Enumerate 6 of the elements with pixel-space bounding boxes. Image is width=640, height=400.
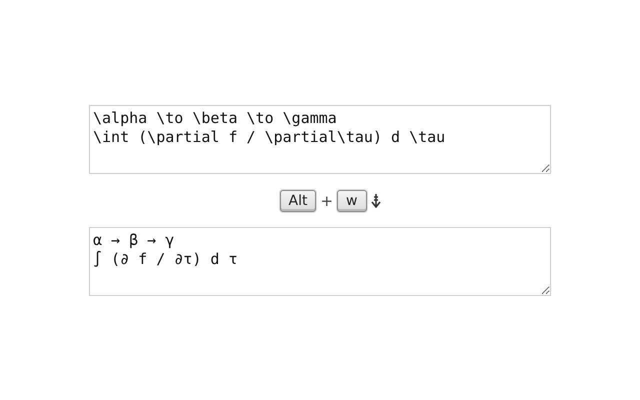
keyboard-key: Alt [280, 190, 316, 212]
keyboard-key: w [337, 190, 366, 212]
plus-sign: + [320, 192, 334, 210]
unicode-output-field[interactable]: α → β → γ ∫ (∂ f / ∂τ) d τ [89, 227, 551, 296]
latex-input-field[interactable]: \alpha \to \beta \to \gamma \int (\partial f / \partial\tau) d \tau [89, 105, 551, 174]
down-arrow-icon [370, 192, 380, 208]
